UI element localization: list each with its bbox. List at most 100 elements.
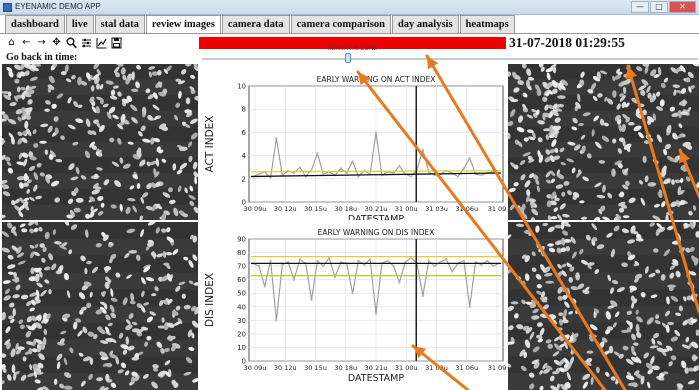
data-point bbox=[410, 175, 413, 178]
data-point bbox=[275, 319, 278, 322]
tab-stal-data[interactable]: stal data bbox=[94, 15, 145, 33]
data-point bbox=[316, 259, 319, 262]
x-tick-label: 30 18u bbox=[334, 205, 357, 213]
tab-dashboard[interactable]: dashboard bbox=[5, 15, 65, 33]
data-point bbox=[421, 148, 424, 151]
app-icon bbox=[3, 3, 12, 12]
back-arrow-icon[interactable]: ← bbox=[21, 37, 32, 49]
tab-bar: dashboard live stal data review images c… bbox=[5, 15, 516, 34]
tab-heatmaps[interactable]: heatmaps bbox=[459, 15, 515, 33]
data-point bbox=[398, 281, 401, 284]
close-button[interactable]: ✕ bbox=[669, 1, 696, 13]
data-point bbox=[486, 259, 489, 262]
data-point bbox=[345, 171, 348, 175]
y-tick-label: 20 bbox=[237, 330, 246, 338]
data-point bbox=[468, 156, 471, 159]
x-tick-label: 30 12u bbox=[274, 364, 297, 372]
data-point bbox=[456, 175, 460, 178]
data-point bbox=[316, 152, 319, 155]
data-point bbox=[427, 259, 430, 262]
y-tick-label: 60 bbox=[237, 276, 246, 284]
chart-title: EARLY WARNING ON DIS INDEX bbox=[318, 228, 435, 237]
data-point bbox=[398, 164, 401, 168]
data-point bbox=[357, 259, 360, 262]
x-tick-label: 30 21u bbox=[365, 364, 388, 372]
y-tick-label: 10 bbox=[237, 83, 246, 91]
data-point bbox=[492, 265, 495, 268]
data-point bbox=[339, 167, 342, 170]
y-tick-label: 30 bbox=[237, 317, 246, 325]
y-tick-label: 40 bbox=[237, 303, 246, 311]
x-tick-label: 30 18u bbox=[334, 364, 357, 372]
save-icon[interactable] bbox=[111, 37, 122, 49]
y-tick-label: 8 bbox=[242, 106, 246, 114]
plot-toolbar: ⌂ ← → ✥ bbox=[6, 37, 122, 49]
y-axis-label: ACT INDEX bbox=[204, 116, 216, 173]
data-point bbox=[269, 259, 272, 262]
data-point bbox=[257, 173, 260, 176]
data-point bbox=[351, 292, 354, 295]
warning-bar-text: SENSITIVE ZONE bbox=[327, 46, 378, 52]
maximize-button[interactable]: □ bbox=[650, 1, 668, 13]
time-slider[interactable] bbox=[202, 58, 698, 60]
app-window: EYENAMIC DEMO APP — □ ✕ dashboard live s… bbox=[0, 0, 699, 390]
camera-image-bottom-left bbox=[2, 222, 198, 390]
minimize-button[interactable]: — bbox=[631, 1, 649, 13]
data-point bbox=[369, 258, 372, 261]
x-tick-label: 31 09 bbox=[488, 364, 507, 372]
data-point bbox=[480, 174, 483, 177]
data-point bbox=[386, 259, 389, 262]
data-point bbox=[275, 137, 278, 140]
x-tick-label: 31 03u bbox=[425, 364, 448, 372]
data-point bbox=[392, 265, 395, 268]
go-back-label: Go back in time: bbox=[6, 52, 78, 63]
x-tick-label: 30 09u bbox=[244, 205, 267, 213]
tab-camera-comparison[interactable]: camera comparison bbox=[290, 15, 391, 33]
data-point bbox=[257, 265, 260, 268]
data-point bbox=[357, 175, 360, 178]
home-icon[interactable]: ⌂ bbox=[6, 37, 17, 49]
data-point bbox=[497, 175, 501, 178]
data-point bbox=[310, 168, 313, 171]
camera-image-bottom-right bbox=[508, 222, 699, 390]
zoom-icon[interactable] bbox=[66, 37, 77, 49]
data-point bbox=[462, 259, 465, 262]
tab-camera-data[interactable]: camera data bbox=[221, 15, 290, 33]
x-tick-label: 30 15u bbox=[304, 364, 327, 372]
x-tick-label: 31 03u bbox=[425, 205, 448, 213]
y-tick-label: 6 bbox=[242, 129, 247, 137]
data-point bbox=[333, 275, 337, 279]
forward-arrow-icon[interactable]: → bbox=[36, 37, 47, 49]
y-tick-label: 2 bbox=[242, 175, 246, 183]
tab-live[interactable]: live bbox=[65, 15, 94, 33]
x-tick-label: 31 00u bbox=[395, 364, 418, 372]
configure-subplots-icon[interactable] bbox=[81, 37, 92, 49]
window-title: EYENAMIC DEMO APP bbox=[15, 2, 101, 11]
y-tick-label: 10 bbox=[237, 344, 246, 352]
warning-bar: SENSITIVE ZONE bbox=[199, 37, 506, 52]
tab-review-images[interactable]: review images bbox=[145, 15, 221, 34]
y-tick-label: 4 bbox=[242, 152, 247, 160]
chart-title: EARLY WARNING ON ACT INDEX bbox=[317, 75, 436, 84]
edit-axis-icon[interactable] bbox=[96, 37, 107, 49]
data-point bbox=[374, 312, 378, 315]
data-point bbox=[298, 166, 301, 169]
data-point bbox=[263, 285, 266, 288]
data-point bbox=[328, 256, 331, 260]
data-point bbox=[374, 131, 378, 134]
time-slider-handle[interactable] bbox=[345, 53, 351, 63]
data-point bbox=[410, 256, 413, 260]
y-tick-label: 50 bbox=[237, 290, 246, 298]
x-tick-label: 31 00u bbox=[395, 205, 418, 213]
act-index-chart: 0 2 4 6 8 10 30 09u 30 12u 30 15u 30 18u 30 21u 31 … bbox=[201, 66, 507, 220]
data-point bbox=[351, 160, 354, 163]
pan-icon[interactable]: ✥ bbox=[51, 37, 62, 49]
data-point bbox=[298, 258, 301, 261]
tab-day-analysis[interactable]: day analysis bbox=[391, 15, 459, 33]
y-tick-label: 90 bbox=[237, 236, 246, 244]
title-bar: EYENAMIC DEMO APP — □ ✕ bbox=[0, 0, 699, 15]
x-tick-label: 31 06u bbox=[455, 205, 478, 213]
y-tick-label: 70 bbox=[237, 263, 246, 271]
x-tick-label: 30 09u bbox=[244, 364, 267, 372]
x-tick-label: 31 06u bbox=[455, 364, 478, 372]
